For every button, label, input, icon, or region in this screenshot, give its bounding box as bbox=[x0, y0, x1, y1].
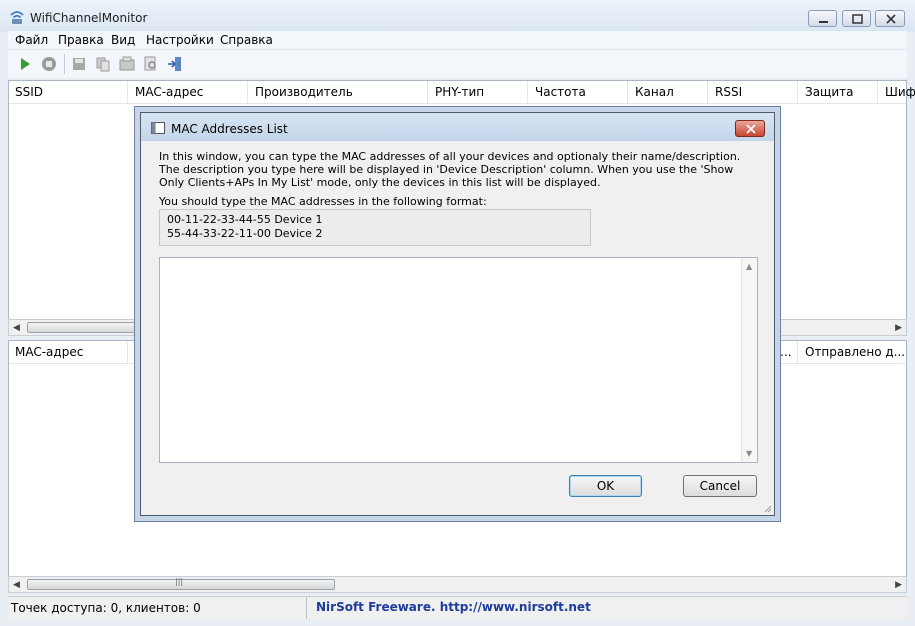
close-icon bbox=[746, 124, 756, 134]
dialog-title: MAC Addresses List bbox=[171, 122, 288, 136]
maximize-button[interactable] bbox=[842, 10, 871, 27]
format-label: You should type the MAC addresses in the… bbox=[159, 195, 487, 208]
status-counts: Точек доступа: 0, клиентов: 0 bbox=[11, 601, 201, 615]
column-separator bbox=[127, 81, 128, 103]
menu-edit[interactable]: Правка bbox=[58, 33, 104, 47]
column-separator bbox=[877, 81, 878, 103]
scroll-right-icon[interactable]: ▶ bbox=[895, 580, 902, 590]
close-icon bbox=[886, 14, 896, 24]
restore-icon bbox=[852, 14, 863, 24]
title-bar: WifiChannelMonitor bbox=[0, 0, 915, 32]
status-bar: Точек доступа: 0, клиентов: 0 NirSoft Fr… bbox=[8, 596, 907, 619]
stop-icon[interactable] bbox=[40, 55, 58, 73]
minimize-button[interactable] bbox=[808, 10, 837, 27]
status-separator bbox=[306, 597, 307, 619]
menu-file[interactable]: Файл bbox=[15, 33, 48, 47]
scroll-down-icon[interactable]: ▼ bbox=[746, 449, 752, 458]
wifi-app-icon bbox=[10, 11, 24, 24]
format-example-line: 55-44-33-22-11-00 Device 2 bbox=[167, 227, 323, 240]
copy-icon[interactable] bbox=[94, 55, 112, 73]
column-client-mac[interactable]: MAC-адрес bbox=[15, 345, 83, 359]
column-ssid[interactable]: SSID bbox=[15, 85, 43, 99]
properties-icon[interactable] bbox=[118, 55, 136, 73]
cancel-button[interactable]: Cancel bbox=[683, 475, 757, 497]
column-security[interactable]: Защита bbox=[805, 85, 854, 99]
column-frequency[interactable]: Частота bbox=[535, 85, 586, 99]
scroll-left-icon[interactable]: ◀ bbox=[13, 323, 20, 333]
dialog-close-button[interactable] bbox=[735, 120, 765, 137]
format-example-box: 00-11-22-33-44-55 Device 1 55-44-33-22-1… bbox=[159, 209, 591, 246]
menu-view[interactable]: Вид bbox=[111, 33, 135, 47]
toolbar-separator bbox=[64, 54, 65, 74]
toolbar bbox=[8, 49, 907, 78]
column-separator bbox=[707, 81, 708, 103]
scroll-left-icon[interactable]: ◀ bbox=[13, 580, 20, 590]
scroll-thumb[interactable]: ||| bbox=[27, 577, 335, 590]
scroll-up-icon[interactable]: ▲ bbox=[746, 262, 752, 271]
column-rssi[interactable]: RSSI bbox=[715, 85, 742, 99]
column-client-sent[interactable]: Отправлено д... bbox=[805, 345, 905, 359]
scroll-thumb[interactable] bbox=[27, 322, 147, 333]
window-title: WifiChannelMonitor bbox=[30, 11, 148, 25]
thumb-grip-icon: ||| bbox=[175, 577, 184, 586]
resize-grip-icon[interactable] bbox=[762, 503, 772, 513]
menu-help[interactable]: Справка bbox=[220, 33, 273, 47]
column-separator bbox=[527, 81, 528, 103]
format-example-line: 00-11-22-33-44-55 Device 1 bbox=[167, 213, 323, 226]
play-icon[interactable] bbox=[16, 55, 34, 73]
column-channel[interactable]: Канал bbox=[635, 85, 674, 99]
ok-button[interactable]: OK bbox=[569, 475, 642, 497]
mac-addresses-dialog: MAC Addresses List In this window, you c… bbox=[140, 112, 775, 516]
column-separator bbox=[797, 81, 798, 103]
save-icon[interactable] bbox=[70, 55, 88, 73]
access-points-header: SSID MAC-адрес Производитель PHY-тип Час… bbox=[9, 81, 915, 104]
scroll-right-icon[interactable]: ▶ bbox=[895, 323, 902, 333]
column-separator bbox=[797, 341, 798, 363]
column-cipher[interactable]: Шиф bbox=[885, 85, 915, 99]
column-separator bbox=[427, 81, 428, 103]
exit-icon[interactable] bbox=[166, 55, 184, 73]
editor-vertical-scrollbar[interactable]: ▲ ▼ bbox=[741, 258, 757, 462]
bottom-horizontal-scrollbar[interactable]: ◀ ||| ▶ bbox=[8, 576, 907, 593]
nirsoft-link[interactable]: NirSoft Freeware. http://www.nirsoft.net bbox=[316, 600, 591, 614]
menu-bar: Файл Правка Вид Настройки Справка bbox=[8, 31, 907, 49]
minimize-icon bbox=[819, 21, 828, 23]
close-button[interactable] bbox=[875, 10, 905, 27]
column-phy[interactable]: PHY-тип bbox=[435, 85, 484, 99]
column-separator bbox=[127, 341, 128, 363]
mac-list-textarea[interactable]: ▲ ▼ bbox=[159, 257, 758, 463]
find-icon[interactable] bbox=[142, 55, 160, 73]
window-icon bbox=[151, 122, 165, 134]
column-mac[interactable]: MAC-адрес bbox=[135, 85, 203, 99]
dialog-description: In this window, you can type the MAC add… bbox=[159, 150, 741, 189]
dialog-title-bar: MAC Addresses List bbox=[141, 113, 774, 141]
column-vendor[interactable]: Производитель bbox=[255, 85, 353, 99]
column-separator bbox=[627, 81, 628, 103]
column-separator bbox=[247, 81, 248, 103]
menu-settings[interactable]: Настройки bbox=[146, 33, 214, 47]
